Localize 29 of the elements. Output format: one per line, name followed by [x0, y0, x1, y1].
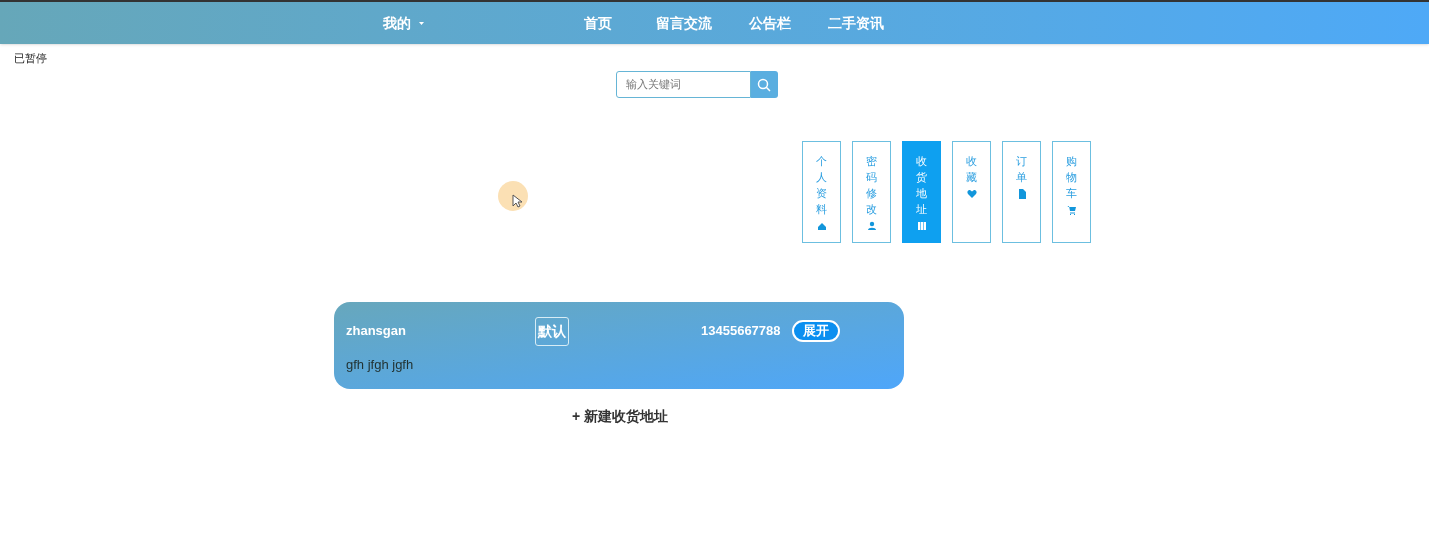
default-tag: 默认 [535, 316, 569, 346]
heart-icon [966, 188, 977, 199]
search-field[interactable]: 输入关键词 [615, 71, 751, 98]
nav-tab[interactable]: 收货地址 [902, 141, 941, 243]
address-text: gfh jfgh jgfh [346, 356, 415, 374]
new-address-link[interactable]: + 新建收货地址 [571, 406, 669, 427]
cursor-icon [498, 181, 528, 211]
menu-dropdown[interactable]: 我的 [383, 12, 424, 34]
home-icon [816, 220, 827, 231]
caret-icon [419, 21, 424, 25]
nav-tab[interactable]: 购物车 [1052, 141, 1091, 243]
nav-tab[interactable]: 收藏 [952, 141, 991, 243]
user-icon [866, 220, 877, 231]
nav-link[interactable]: 留言交流 [656, 12, 712, 34]
columns-icon [916, 220, 927, 231]
recipient-name: zhansgan [346, 322, 407, 341]
nav-tab[interactable]: 密码修改 [852, 141, 891, 243]
phone-number: 13455667788 [701, 322, 781, 341]
nav-link[interactable]: 公告栏 [749, 12, 791, 34]
nav-tab[interactable]: 订单 [1002, 141, 1041, 243]
paused-label: 已暂停 [14, 52, 47, 64]
search-button[interactable] [750, 71, 778, 98]
search-icon [757, 77, 771, 92]
nav-link[interactable]: 首页 [584, 12, 612, 34]
document-icon [1016, 188, 1027, 199]
cart-icon [1066, 204, 1077, 215]
nav-tab[interactable]: 个人资料 [802, 141, 841, 243]
nav-link[interactable]: 二手资讯 [828, 12, 884, 34]
expand-button[interactable]: 展开 [791, 320, 840, 342]
